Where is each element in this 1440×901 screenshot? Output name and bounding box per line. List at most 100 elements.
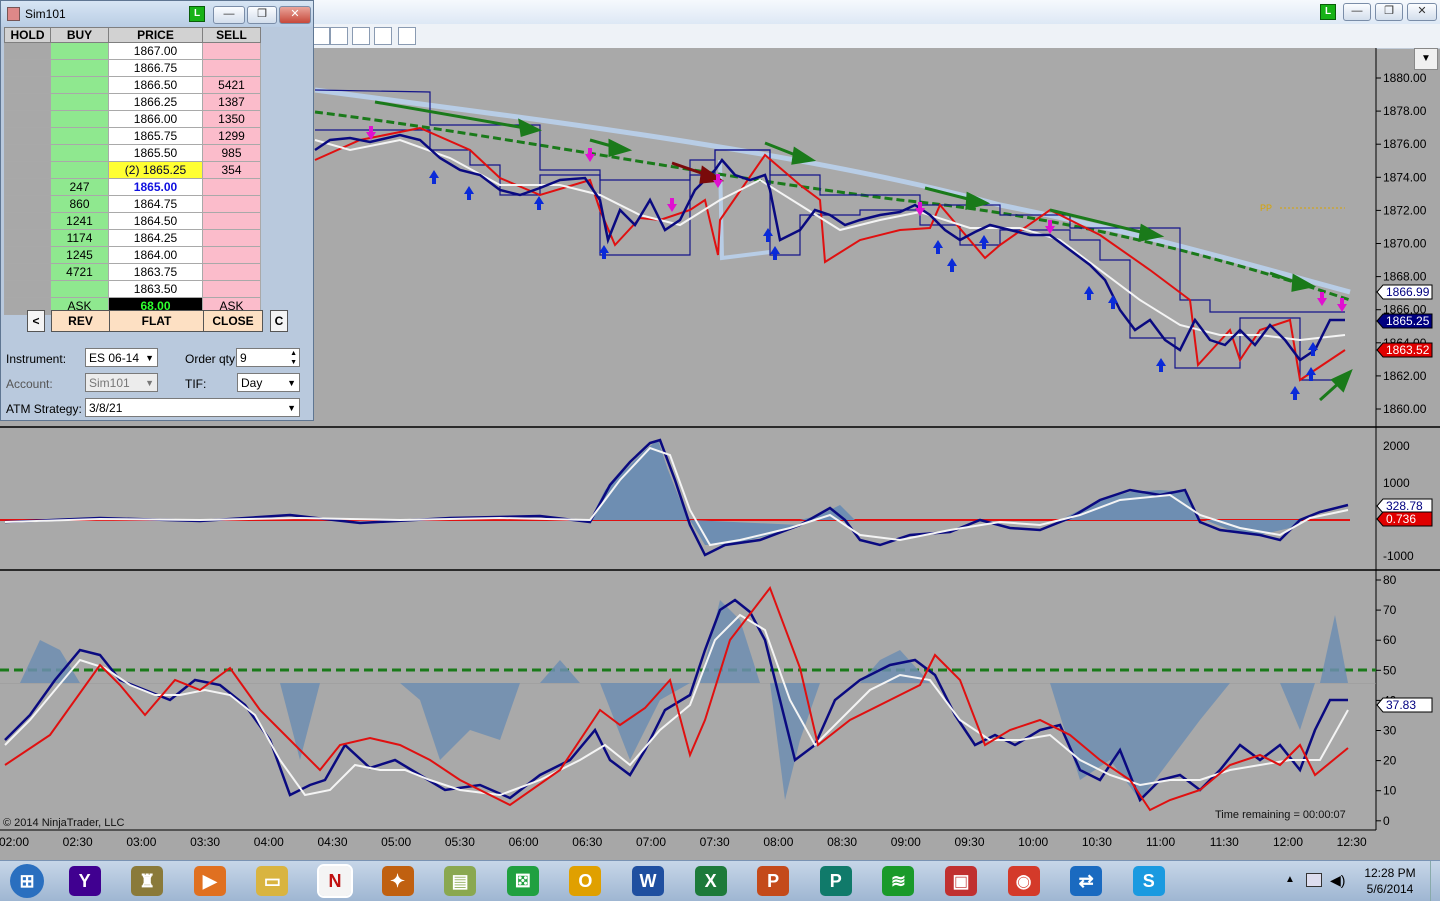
axis-tick-label: 20 — [1383, 754, 1397, 768]
buy-cell[interactable] — [50, 144, 109, 162]
rev-button[interactable]: REV — [51, 310, 110, 332]
scroll-left-button[interactable]: < — [27, 310, 45, 332]
buy-cell[interactable]: 247 — [50, 178, 109, 196]
instrument-label: Instrument: — [6, 352, 67, 366]
word-icon[interactable]: W — [632, 866, 664, 896]
ninjatrader-icon[interactable]: N — [317, 864, 353, 898]
close-position-button[interactable]: CLOSE — [203, 310, 263, 332]
axis-tick-label: 1876.00 — [1383, 137, 1427, 151]
minimize-button[interactable]: — — [213, 6, 245, 24]
excel-icon[interactable]: X — [694, 866, 727, 896]
sell-cell[interactable] — [202, 178, 261, 196]
pdf-icon[interactable]: ▣ — [945, 866, 977, 896]
sell-cell[interactable]: 354 — [202, 161, 261, 179]
sell-cell[interactable]: 1387 — [202, 93, 261, 111]
sell-cell[interactable] — [202, 246, 261, 264]
time-tick-label: 08:30 — [827, 835, 857, 849]
sell-cell[interactable] — [202, 229, 261, 247]
order-qty-stepper[interactable]: 9 ▲ ▼ — [236, 348, 300, 367]
sell-cell[interactable]: 5421 — [202, 76, 261, 94]
tray-expand-icon[interactable]: ▲ — [1285, 874, 1295, 885]
buy-cell[interactable]: 4721 — [50, 263, 109, 281]
game-icon[interactable]: ♜ — [131, 866, 164, 896]
buy-cell[interactable] — [50, 59, 109, 77]
axis-tick-label: -1000 — [1383, 549, 1414, 563]
sell-cell[interactable] — [202, 263, 261, 281]
publisher-icon[interactable]: P — [819, 866, 852, 896]
sell-cell[interactable] — [202, 42, 261, 60]
clock-time: 12:28 PM — [1364, 866, 1416, 880]
time-tick-label: 07:00 — [636, 835, 666, 849]
instrument-select[interactable]: ES 06-14 ▼ — [85, 348, 158, 367]
sell-cell[interactable]: 1350 — [202, 110, 261, 128]
atm-strategy-select[interactable]: 3/8/21 ▼ — [85, 398, 300, 417]
price-cell: 1863.75 — [108, 263, 203, 281]
network-icon[interactable] — [1306, 873, 1322, 887]
compass-icon[interactable]: ✦ — [381, 866, 414, 896]
close-button[interactable]: ✕ — [279, 6, 311, 24]
time-tick-label: 06:00 — [509, 835, 539, 849]
dice-icon[interactable]: ⚄ — [506, 866, 539, 896]
buy-cell[interactable] — [50, 127, 109, 145]
time-tick-label: 12:30 — [1337, 835, 1367, 849]
time-tick-label: 09:00 — [891, 835, 921, 849]
buy-cell[interactable] — [50, 110, 109, 128]
sell-cell[interactable] — [202, 59, 261, 77]
sell-cell[interactable] — [202, 212, 261, 230]
macd-axis: 2000 1000 -1000 328.780.736 — [1376, 439, 1433, 563]
link-badge[interactable]: L — [189, 6, 205, 22]
tif-select[interactable]: Day ▼ — [237, 373, 300, 392]
price-cell: 1865.75 — [108, 127, 203, 145]
dom-title-bar: Sim101 L — ❐ ✕ — [1, 1, 313, 27]
buy-cell[interactable]: 1174 — [50, 229, 109, 247]
file-explorer-icon[interactable]: ▭ — [256, 866, 289, 896]
teamviewer-icon[interactable]: ⇄ — [1070, 866, 1103, 896]
ladder-row: 1865.75 1299 — [4, 127, 261, 145]
clock[interactable]: 12:28 PM 5/6/2014 — [1362, 866, 1418, 896]
buy-cell[interactable] — [50, 42, 109, 60]
axis-tick-label: 30 — [1383, 724, 1397, 738]
spotify-icon[interactable]: ≋ — [882, 866, 915, 896]
price-cell: 1866.00 — [108, 110, 203, 128]
volume-icon[interactable]: ◀) — [1330, 872, 1345, 889]
time-tick-label: 04:30 — [317, 835, 347, 849]
media-player-icon[interactable]: ▶ — [193, 866, 226, 896]
sell-cell[interactable]: 1299 — [202, 127, 261, 145]
buy-cell[interactable] — [50, 93, 109, 111]
buy-cell[interactable] — [50, 76, 109, 94]
outlook-icon[interactable]: O — [569, 866, 602, 896]
yahoo-icon[interactable]: Y — [68, 866, 101, 896]
hold-cell — [4, 110, 51, 128]
buy-cell[interactable] — [50, 280, 109, 298]
ladder-row: 1865.50 985 — [4, 144, 261, 162]
notes-icon[interactable]: ▤ — [444, 866, 477, 896]
hold-cell — [4, 246, 51, 264]
price-ladder: HOLD BUY PRICE SELL 1867.00 1866.75 1866.5… — [4, 27, 261, 315]
powerpoint-icon[interactable]: P — [757, 866, 790, 896]
value-tag-label: 328.78 — [1386, 499, 1423, 513]
skype-icon[interactable]: S — [1132, 866, 1165, 896]
axis-tick-label: 1874.00 — [1383, 170, 1427, 184]
buy-cell[interactable]: 860 — [50, 195, 109, 213]
pivot-label: PP — [1260, 203, 1272, 213]
buy-cell[interactable]: 1241 — [50, 212, 109, 230]
chrome-icon[interactable]: ◉ — [1007, 866, 1040, 896]
buy-cell[interactable]: 1245 — [50, 246, 109, 264]
show-desktop-button[interactable] — [1430, 861, 1440, 901]
restore-button[interactable]: ❐ — [247, 6, 277, 24]
account-select[interactable]: Sim101 ▼ — [85, 373, 158, 392]
buy-header: BUY — [50, 27, 109, 43]
axis-tick-label: 0 — [1383, 814, 1390, 828]
hold-cell — [4, 42, 51, 60]
sell-cell[interactable]: 985 — [202, 144, 261, 162]
sell-cell[interactable] — [202, 280, 261, 298]
hold-cell — [4, 76, 51, 94]
buy-cell[interactable] — [50, 161, 109, 179]
start-orb[interactable]: ⊞ — [10, 864, 44, 898]
sell-cell[interactable] — [202, 195, 261, 213]
flat-button[interactable]: FLAT — [109, 310, 204, 332]
spinner-icon[interactable]: ▲ ▼ — [290, 349, 297, 367]
chevron-down-icon: ▼ — [145, 353, 154, 363]
hold-cell — [4, 263, 51, 281]
center-button[interactable]: C — [270, 310, 288, 332]
